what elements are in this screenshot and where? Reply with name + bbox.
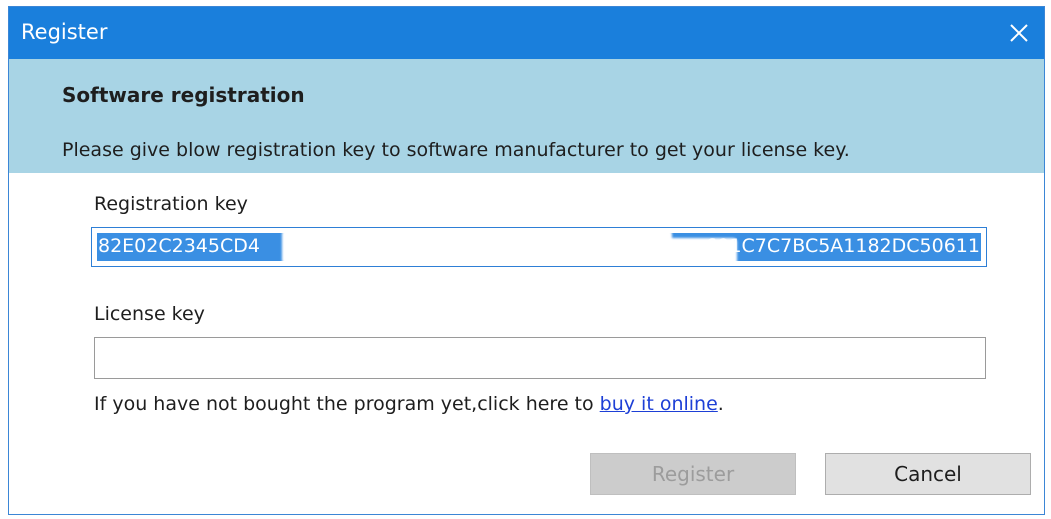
close-button[interactable] [994,7,1044,59]
license-key-label: License key [94,303,205,325]
registration-key-value-start: 82E02C2345CD4 [98,235,260,257]
purchase-prompt-suffix: . [717,393,724,415]
purchase-prompt: If you have not bought the program yet,c… [94,393,724,415]
license-key-input[interactable] [94,337,986,379]
title-bar[interactable]: Register [9,7,1044,59]
buy-online-link[interactable]: buy it online [600,393,718,415]
header-band: Software registration Please give blow r… [9,59,1044,173]
instruction-text: Please give blow registration key to sof… [62,139,850,161]
registration-key-label: Registration key [94,193,248,215]
cancel-button[interactable]: Cancel [825,453,1031,495]
section-heading: Software registration [62,83,305,107]
redaction-mask [437,238,737,266]
purchase-prompt-text: If you have not bought the program yet,c… [94,393,600,415]
register-button[interactable]: Register [590,453,796,495]
register-dialog: Register Software registration Please gi… [8,6,1045,515]
window-title: Register [21,20,108,44]
close-icon [1010,24,1028,42]
registration-key-value-end: 691C7C7BC5A1182DC50611 [705,235,980,257]
registration-key-field[interactable]: 82E02C2345CD4 691C7C7BC5A1182DC50611 [91,227,987,267]
